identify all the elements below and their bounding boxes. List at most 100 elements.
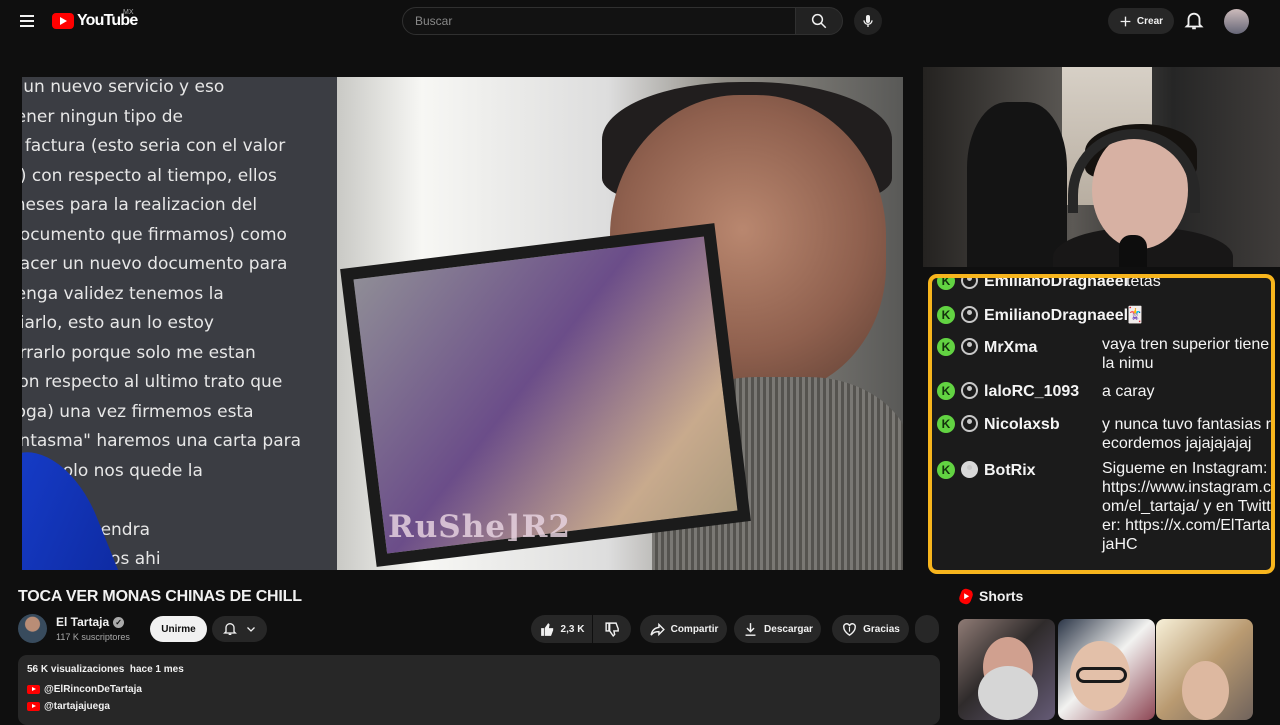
document-overlay: s un nuevo servicio y eso tener ningun t…	[22, 77, 337, 570]
document-line: antasma" haremos una carta para	[22, 431, 302, 451]
subscription-bell-button[interactable]	[212, 616, 267, 642]
chat-text: y nunca tuvo fantasias recordemos jajaja…	[1102, 416, 1271, 452]
share-icon	[650, 622, 665, 636]
channel-link-label: @ElRinconDeTartaja	[44, 684, 142, 695]
youtube-icon	[27, 685, 40, 694]
bell-icon	[223, 623, 237, 635]
shorts-icon	[957, 586, 975, 606]
kick-badge-icon: K	[937, 461, 955, 479]
user-icon	[961, 415, 978, 432]
user-icon	[961, 338, 978, 355]
country-code: MX	[123, 9, 134, 16]
short-thumbnail[interactable]	[1156, 619, 1253, 720]
search-box	[402, 7, 796, 35]
heart-dollar-icon	[843, 622, 857, 636]
kick-badge-icon: K	[937, 278, 955, 290]
kick-badge-icon: K	[937, 306, 955, 324]
channel-name-row[interactable]: El Tartaja ✓	[56, 615, 125, 629]
document-line: con respecto al ultimo trato que	[22, 372, 283, 392]
dislike-button[interactable]	[593, 615, 631, 643]
create-button[interactable]: Crear	[1108, 8, 1174, 34]
channel-link[interactable]: @tartajajuega	[27, 701, 110, 712]
kick-badge-icon: K	[937, 382, 955, 400]
document-line: errarlo porque solo me estan	[22, 342, 256, 363]
kick-badge-icon: K	[937, 338, 955, 356]
user-icon	[961, 382, 978, 399]
document-line: tenga validez tenemos la	[22, 283, 224, 304]
glasses-icon	[1076, 667, 1127, 683]
chat-text: vaya tren superior tiene la nimu	[1102, 336, 1270, 372]
more-actions-button[interactable]	[915, 615, 939, 643]
document-line: biarlo, esto aun lo estoy	[22, 313, 214, 333]
subscriber-count: 117 K suscriptores	[56, 632, 130, 642]
share-label: Compartir	[670, 623, 719, 635]
like-count: 2,3 K	[560, 623, 585, 635]
join-button[interactable]: Unirme	[150, 616, 207, 642]
notifications-button[interactable]	[1183, 10, 1205, 32]
document-line: 0) con respecto al tiempo, ellos	[22, 165, 277, 186]
chat-username: MrXma	[984, 339, 1038, 356]
chat-username: EmilianoDragnaeel	[984, 274, 1129, 290]
short-thumbnail[interactable]	[958, 619, 1055, 720]
download-button[interactable]: Descargar	[734, 615, 821, 643]
channel-link[interactable]: @ElRinconDeTartaja	[27, 684, 142, 695]
video-player[interactable]: s un nuevo servicio y eso tener ningun t…	[22, 77, 903, 570]
thanks-button[interactable]: Gracias	[832, 615, 909, 643]
channel-link-label: @tartajajuega	[44, 701, 110, 712]
chevron-down-icon	[247, 627, 255, 632]
chat-text: a caray	[1102, 383, 1155, 400]
youtube-play-icon	[52, 13, 74, 29]
document-line: hacer un nuevo documento para	[22, 254, 288, 274]
thumbs-down-icon	[604, 621, 619, 637]
chat-username: laloRC_1093	[984, 383, 1080, 400]
video-title: TOCA VER MONAS CHINAS DE CHILL	[18, 588, 302, 605]
short-beard	[978, 666, 1038, 720]
microphone-icon	[863, 15, 873, 27]
document-line: documento que firmamos) como	[22, 224, 287, 245]
chat-text: Sigueme en Instagram: https://www.instag…	[1102, 460, 1271, 553]
view-count: 56 K visualizaciones	[27, 664, 125, 675]
chat-username: BotRix	[984, 462, 1036, 479]
account-avatar[interactable]	[1224, 9, 1249, 34]
publish-date: hace 1 mes	[129, 664, 184, 675]
webcam-chair	[967, 102, 1067, 267]
verified-check-icon: ✓	[113, 616, 125, 628]
top-navigation-bar: YouTube MX Crear	[0, 0, 1280, 42]
short-face	[1182, 661, 1229, 720]
document-line: s un nuevo servicio y eso	[22, 77, 225, 97]
search-icon	[811, 13, 827, 29]
microphone-icon	[1119, 235, 1147, 267]
download-label: Descargar	[764, 623, 813, 635]
document-line: meses para la realizacion del	[22, 195, 258, 215]
user-icon	[961, 306, 978, 323]
search-input[interactable]	[403, 8, 795, 34]
thanks-label: Gracias	[863, 623, 900, 635]
share-button[interactable]: Compartir	[640, 615, 727, 643]
shorts-title: Shorts	[979, 588, 1024, 604]
bot-icon	[961, 461, 978, 478]
document-line: roga) una vez firmemos esta	[22, 401, 254, 422]
description-box[interactable]: 56 K visualizaciones hace 1 mes @ElRinco…	[18, 655, 940, 725]
user-icon	[961, 278, 978, 289]
voice-search-button[interactable]	[854, 7, 882, 35]
chat-text: tetas	[1126, 274, 1161, 290]
create-label: Crear	[1136, 15, 1164, 27]
menu-button[interactable]	[14, 8, 40, 34]
thumbs-up-icon	[540, 622, 553, 636]
like-button[interactable]: 2,3 K	[531, 615, 592, 643]
download-icon	[745, 622, 756, 636]
video-frame-image	[337, 77, 903, 570]
channel-avatar[interactable]	[18, 614, 47, 643]
chat-username: Nicolaxsb	[984, 416, 1060, 433]
youtube-icon	[27, 702, 40, 711]
shorts-heading: Shorts	[957, 586, 1024, 606]
live-chat-overlay: K EmilianoDragnaeel tetas K EmilianoDrag…	[928, 274, 1275, 574]
video-stats: 56 K visualizaciones hace 1 mes	[27, 664, 184, 675]
short-thumbnail[interactable]	[1058, 619, 1155, 720]
chat-username: EmilianoDragnaeel	[984, 307, 1129, 324]
video-watermark: RuShe]R2	[388, 509, 571, 545]
search-button[interactable]	[795, 7, 843, 35]
bell-icon	[1184, 12, 1204, 30]
plus-icon	[1120, 16, 1131, 26]
channel-name: El Tartaja	[56, 615, 110, 629]
